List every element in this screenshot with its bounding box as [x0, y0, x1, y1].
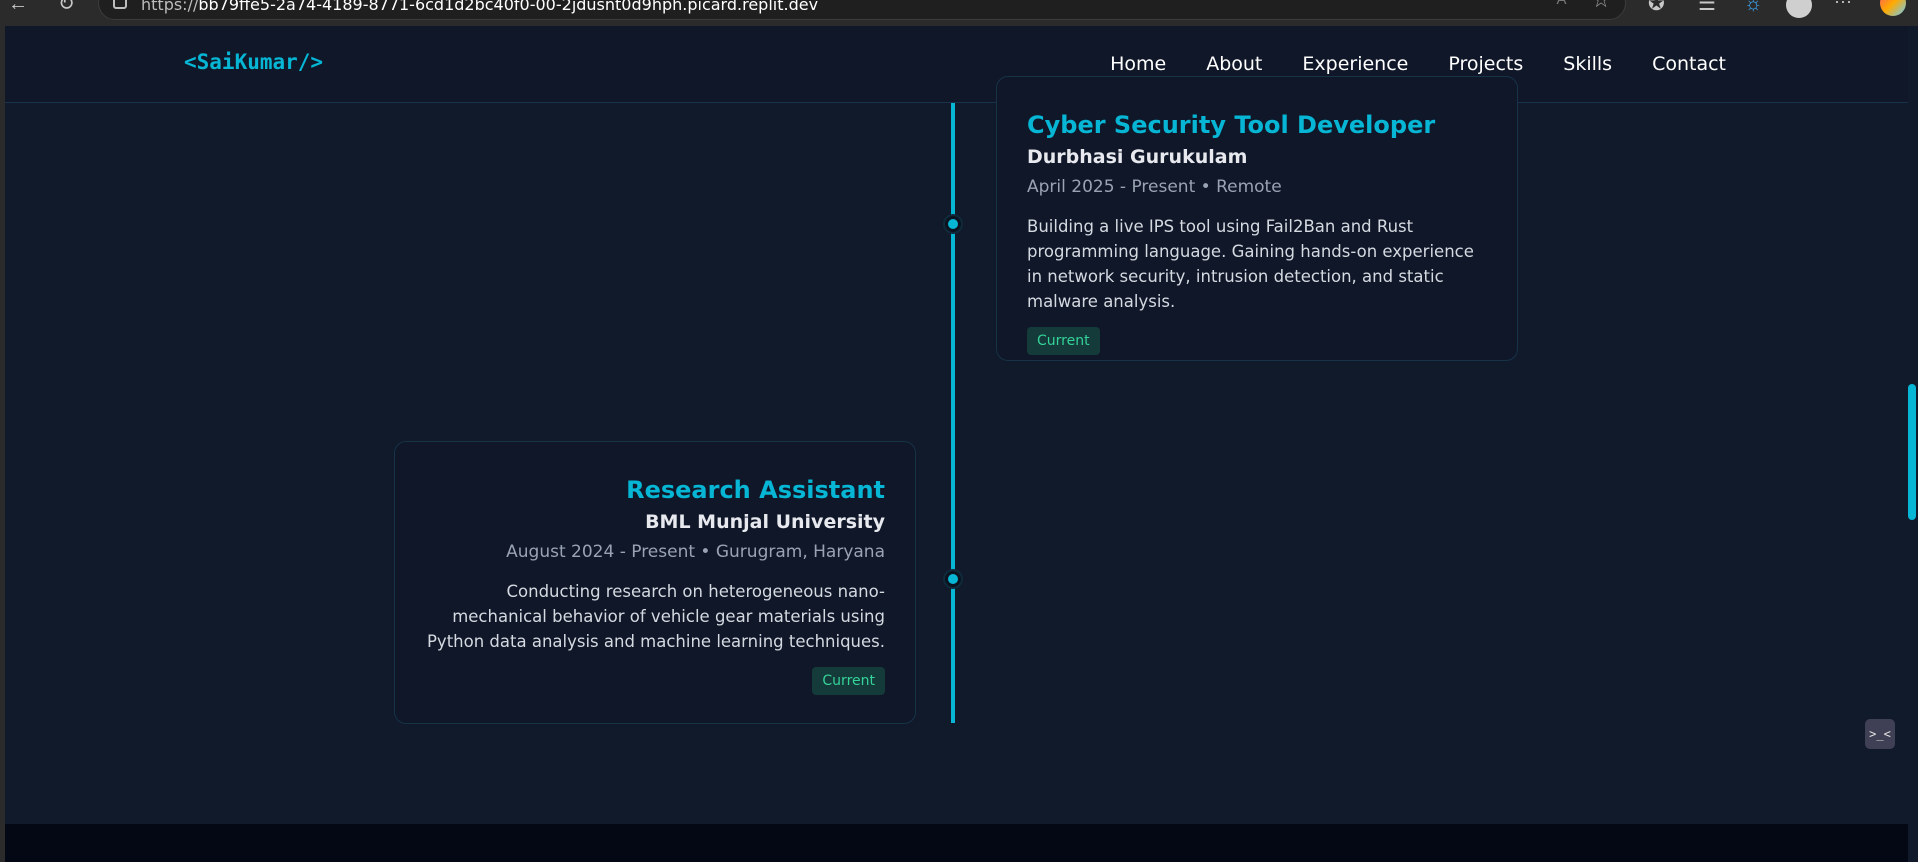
extensions-icon[interactable]: ✪ — [1648, 0, 1665, 14]
job-description: Conducting research on heterogeneous nan… — [426, 582, 885, 651]
status-badge: Current — [1027, 327, 1100, 355]
experience-card: Cyber Security Tool Developer Durbhasi G… — [996, 76, 1518, 361]
nav-experience[interactable]: Experience — [1302, 53, 1408, 75]
company-name: BML Munjal University — [645, 511, 885, 533]
logo[interactable]: <SaiKumar/> — [184, 50, 323, 74]
company-name: Durbhasi Gurukulam — [1027, 146, 1248, 168]
nav-contact[interactable]: Contact — [1652, 53, 1726, 75]
nav-projects[interactable]: Projects — [1448, 53, 1523, 75]
refresh-icon[interactable]: ↻ — [58, 0, 75, 14]
job-title: Research Assistant — [626, 476, 885, 504]
browser-toolbar: ← ↻ https://bb79ffe5-2a74-4189-8771-6cd1… — [0, 0, 1918, 26]
status-badge: Current — [812, 667, 885, 695]
url-text: https://bb79ffe5-2a74-4189-8771-6cd1d2bc… — [141, 0, 819, 14]
nav-about[interactable]: About — [1206, 53, 1262, 75]
more-menu-icon[interactable]: ··· — [1834, 0, 1852, 10]
footer-band — [5, 824, 1908, 862]
job-description: Building a live IPS tool using Fail2Ban … — [1027, 217, 1474, 311]
job-meta: August 2024 - Present • Gurugram, Haryan… — [506, 542, 885, 562]
page-viewport: <SaiKumar/> Home About Experience Projec… — [5, 26, 1908, 862]
terminal-icon[interactable]: >_< — [1865, 719, 1895, 749]
site-info-icon[interactable] — [113, 0, 127, 9]
timeline-dot — [945, 216, 961, 232]
favorite-star-icon[interactable]: ☆ — [1591, 0, 1611, 13]
navbar: <SaiKumar/> Home About Experience Projec… — [5, 26, 1908, 103]
scrollbar-thumb[interactable] — [1908, 384, 1916, 520]
experience-card: Research Assistant BML Munjal University… — [394, 441, 916, 724]
nav-home[interactable]: Home — [1110, 53, 1166, 75]
timeline-dot — [945, 571, 961, 587]
copilot-icon[interactable] — [1880, 0, 1906, 16]
nav-skills[interactable]: Skills — [1563, 53, 1612, 75]
read-aloud-icon[interactable]: A⁴ — [1557, 0, 1573, 8]
profile-avatar[interactable] — [1786, 0, 1812, 18]
nav-links: Home About Experience Projects Skills Co… — [1110, 53, 1726, 75]
edge-icon[interactable]: ☼ — [1744, 0, 1762, 14]
job-title: Cyber Security Tool Developer — [1027, 111, 1436, 139]
favorites-list-icon[interactable]: ☰ — [1698, 0, 1716, 14]
address-bar[interactable]: https://bb79ffe5-2a74-4189-8771-6cd1d2bc… — [98, 0, 1626, 20]
timeline-line — [951, 103, 955, 723]
back-arrow-icon[interactable]: ← — [8, 0, 28, 14]
page-scrollbar[interactable] — [1908, 26, 1918, 862]
job-meta: April 2025 - Present • Remote — [1027, 177, 1282, 197]
